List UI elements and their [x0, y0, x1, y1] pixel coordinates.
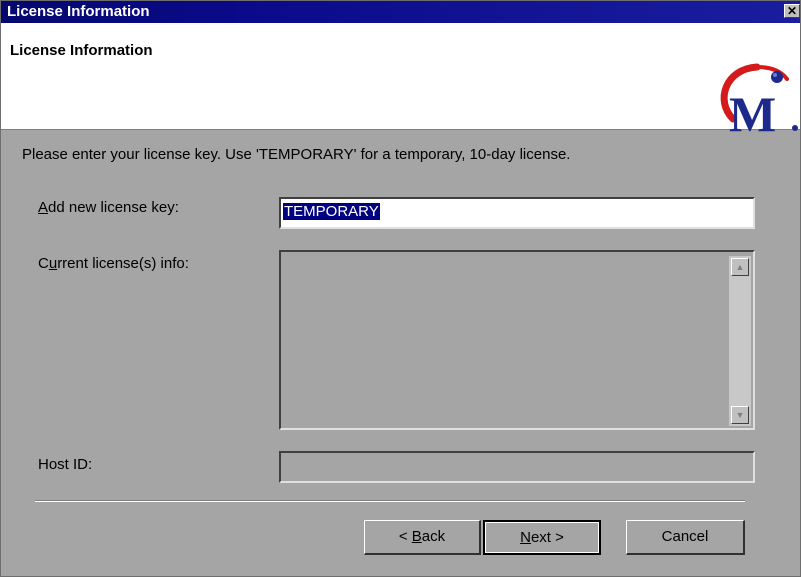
license-key-label: Add new license key: — [38, 199, 179, 216]
host-id-field — [279, 451, 755, 483]
vertical-scrollbar[interactable]: ▲ ▼ — [729, 256, 751, 426]
svg-text:M: M — [729, 86, 776, 141]
host-id-label: Host ID: — [38, 456, 93, 473]
current-license-info-label: Current license(s) info: — [38, 255, 189, 272]
cancel-button[interactable]: Cancel — [626, 520, 745, 555]
license-key-value: TEMPORARY — [283, 203, 380, 220]
back-button[interactable]: < Back — [364, 520, 481, 555]
scroll-up-button[interactable]: ▲ — [731, 258, 749, 276]
current-license-info-box[interactable]: ▲ ▼ — [279, 250, 755, 430]
next-button[interactable]: Next > — [483, 520, 601, 555]
window-title: License Information — [7, 3, 150, 20]
license-key-input[interactable]: TEMPORARY — [279, 197, 755, 229]
license-dialog: License Information ✕ License Informatio… — [0, 0, 801, 577]
close-button[interactable]: ✕ — [784, 4, 800, 18]
header-panel: License Information M — [1, 23, 800, 141]
mercury-logo-icon: M — [720, 63, 798, 141]
scroll-down-button[interactable]: ▼ — [731, 406, 749, 424]
separator — [35, 500, 745, 502]
page-title: License Information — [10, 42, 153, 59]
title-bar: License Information ✕ — [1, 1, 800, 23]
instruction-text: Please enter your license key. Use 'TEMP… — [22, 146, 571, 163]
